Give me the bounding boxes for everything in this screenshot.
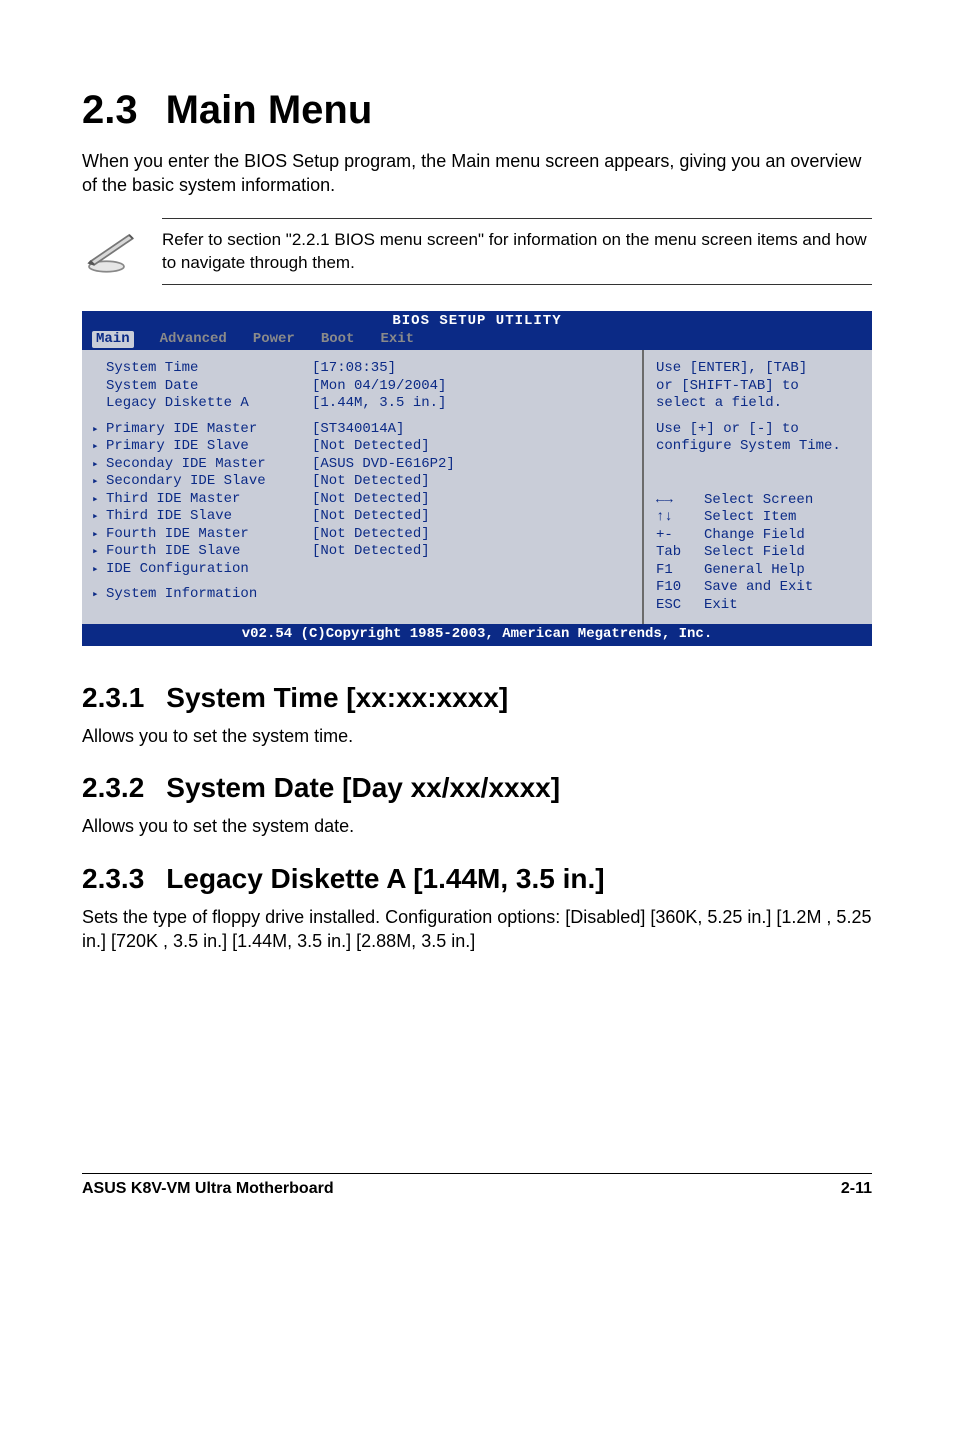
bios-left-pane: System Time[17:08:35] System Date[Mon 04… <box>82 350 642 624</box>
subsection-body: Allows you to set the system time. <box>82 724 872 748</box>
bios-tab-boot[interactable]: Boot <box>321 331 355 349</box>
bios-item-label[interactable]: Seconday IDE Master <box>92 456 312 474</box>
bios-key: ↑↓ <box>656 509 704 527</box>
bios-key-desc: Select Item <box>704 509 796 527</box>
bios-item-label[interactable]: System Information <box>92 586 312 604</box>
bios-key: ESC <box>656 597 704 615</box>
bios-help-line: or [SHIFT-TAB] to <box>656 378 860 396</box>
bios-item-label[interactable]: Secondary IDE Slave <box>92 473 312 491</box>
bios-key: F10 <box>656 579 704 597</box>
bios-key-desc: Save and Exit <box>704 579 813 597</box>
bios-help-line: configure System Time. <box>656 438 860 456</box>
bios-item-label[interactable]: Primary IDE Master <box>92 421 312 439</box>
bios-item-value <box>312 561 628 579</box>
bios-key-desc: Select Screen <box>704 492 813 510</box>
bios-tab-exit[interactable]: Exit <box>380 331 414 349</box>
note-block: Refer to section "2.2.1 BIOS menu screen… <box>82 218 872 286</box>
bios-item-value: [ASUS DVD-E616P2] <box>312 456 628 474</box>
bios-tab-advanced[interactable]: Advanced <box>160 331 227 349</box>
subsection-title: System Time [xx:xx:xxxx] <box>166 682 508 713</box>
bios-item-label[interactable]: Legacy Diskette A <box>92 395 312 413</box>
section-number: 2.3 <box>82 88 138 133</box>
bios-item-value: [17:08:35] <box>312 360 628 378</box>
bios-item-value: [1.44M, 3.5 in.] <box>312 395 628 413</box>
bios-help-line: Use [ENTER], [TAB] <box>656 360 860 378</box>
note-text: Refer to section "2.2.1 BIOS menu screen… <box>162 229 872 275</box>
bios-help-line: Use [+] or [-] to <box>656 421 860 439</box>
bios-title-bar: BIOS SETUP UTILITY <box>82 311 872 331</box>
bios-item-label[interactable]: Third IDE Master <box>92 491 312 509</box>
bios-item-value: [Not Detected] <box>312 543 628 561</box>
bios-help-line: select a field. <box>656 395 860 413</box>
bios-key-desc: Select Field <box>704 544 805 562</box>
bios-item-value: [Not Detected] <box>312 438 628 456</box>
section-title-text: Main Menu <box>166 88 373 132</box>
subsection-heading: 2.3.1 System Time [xx:xx:xxxx] <box>82 682 872 714</box>
bios-menu-bar: Main Advanced Power Boot Exit <box>82 331 872 351</box>
subsection-title: System Date [Day xx/xx/xxxx] <box>166 772 560 803</box>
bios-item-label[interactable]: Fourth IDE Master <box>92 526 312 544</box>
page-title: 2.3 Main Menu <box>82 88 872 133</box>
bios-item-label[interactable]: Fourth IDE Slave <box>92 543 312 561</box>
subsection-body: Sets the type of floppy drive installed.… <box>82 905 872 954</box>
bios-item-value: [Not Detected] <box>312 508 628 526</box>
footer-page-number: 2-11 <box>841 1180 872 1198</box>
subsection-heading: 2.3.2 System Date [Day xx/xx/xxxx] <box>82 772 872 804</box>
bios-tab-main[interactable]: Main <box>92 331 134 349</box>
bios-tab-power[interactable]: Power <box>253 331 295 349</box>
bios-item-value: [Not Detected] <box>312 491 628 509</box>
note-icon <box>82 221 138 282</box>
bios-key: F1 <box>656 562 704 580</box>
bios-key-desc: Exit <box>704 597 738 615</box>
bios-key-desc: Change Field <box>704 527 805 545</box>
bios-item-label[interactable]: Primary IDE Slave <box>92 438 312 456</box>
page-footer: ASUS K8V-VM Ultra Motherboard 2-11 <box>82 1174 872 1198</box>
subsection-heading: 2.3.3 Legacy Diskette A [1.44M, 3.5 in.] <box>82 863 872 895</box>
note-frame: Refer to section "2.2.1 BIOS menu screen… <box>162 218 872 286</box>
subsection-number: 2.3.3 <box>82 863 144 895</box>
bios-item-label[interactable]: IDE Configuration <box>92 561 312 579</box>
bios-item-value: [Not Detected] <box>312 473 628 491</box>
footer-product-name: ASUS K8V-VM Ultra Motherboard <box>82 1180 334 1198</box>
bios-key-desc: General Help <box>704 562 805 580</box>
subsection-number: 2.3.2 <box>82 772 144 804</box>
bios-item-value: [ST340014A] <box>312 421 628 439</box>
bios-item-value <box>312 586 628 604</box>
bios-help-pane: Use [ENTER], [TAB] or [SHIFT-TAB] to sel… <box>642 350 872 624</box>
bios-item-label[interactable]: System Time <box>92 360 312 378</box>
bios-key: +- <box>656 527 704 545</box>
bios-screenshot: BIOS SETUP UTILITY Main Advanced Power B… <box>82 311 872 646</box>
bios-copyright-bar: v02.54 (C)Copyright 1985-2003, American … <box>82 624 872 646</box>
subsection-title: Legacy Diskette A [1.44M, 3.5 in.] <box>166 863 604 894</box>
bios-key: Tab <box>656 544 704 562</box>
bios-item-label[interactable]: Third IDE Slave <box>92 508 312 526</box>
bios-item-value: [Not Detected] <box>312 526 628 544</box>
intro-paragraph: When you enter the BIOS Setup program, t… <box>82 149 872 198</box>
bios-item-value: [Mon 04/19/2004] <box>312 378 628 396</box>
subsection-number: 2.3.1 <box>82 682 144 714</box>
bios-key: ←→ <box>656 492 704 510</box>
bios-item-label[interactable]: System Date <box>92 378 312 396</box>
bios-key-legend: ←→Select Screen ↑↓Select Item +-Change F… <box>656 492 860 615</box>
subsection-body: Allows you to set the system date. <box>82 814 872 838</box>
page: 2.3 Main Menu When you enter the BIOS Set… <box>0 0 954 1438</box>
bios-body: System Time[17:08:35] System Date[Mon 04… <box>82 350 872 624</box>
